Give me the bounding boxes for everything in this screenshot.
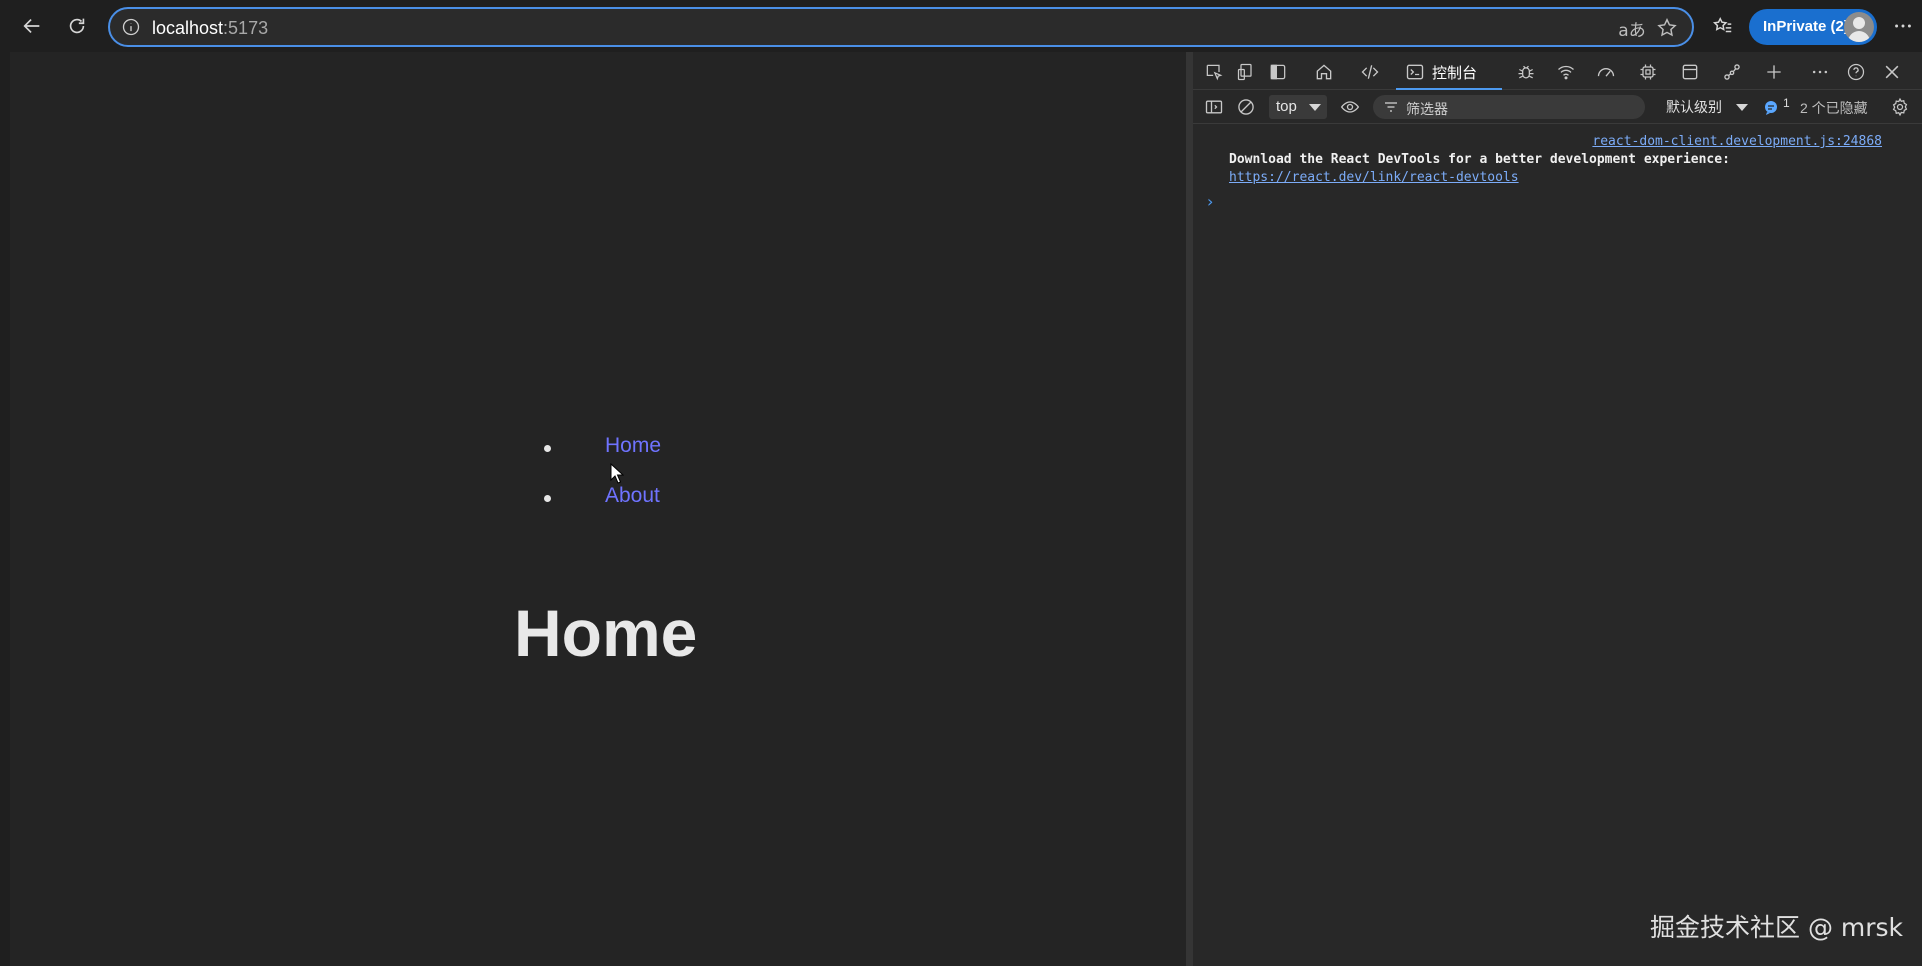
url-host: localhost — [152, 18, 224, 38]
tab-console-label: 控制台 — [1432, 65, 1478, 82]
settings-menu-button[interactable] — [1884, 7, 1922, 45]
arrow-left-icon — [23, 18, 40, 34]
home-icon — [1316, 64, 1332, 80]
log-message: Download the React DevTools for a better… — [1229, 152, 1730, 167]
close-devtools-button[interactable] — [1879, 59, 1905, 85]
inprivate-label: InPrivate (2) — [1763, 18, 1849, 35]
context-select[interactable]: top — [1269, 95, 1327, 119]
refresh-icon — [69, 18, 85, 34]
help-icon — [1847, 63, 1865, 81]
devtools-splitter[interactable] — [1186, 52, 1193, 966]
chevron-down-icon — [1309, 104, 1321, 111]
filter-placeholder: 筛选器 — [1406, 101, 1448, 117]
console-settings-button[interactable] — [1887, 94, 1913, 120]
plus-icon — [1767, 65, 1781, 79]
translate-button[interactable]: aあ — [1618, 14, 1646, 42]
react-devtools-link[interactable]: https://react.dev/link/react-devtools — [1229, 170, 1519, 185]
favorites-list-icon — [1712, 16, 1732, 33]
inspect-element-button[interactable] — [1201, 59, 1227, 85]
code-icon — [1361, 65, 1379, 79]
devtools-menu-button[interactable] — [1807, 59, 1833, 85]
avatar — [1844, 12, 1874, 42]
address-bar[interactable]: localhost:5173 aあ — [108, 7, 1694, 47]
gear-icon — [1892, 97, 1908, 117]
sidebar-toggle-button[interactable] — [1201, 94, 1227, 120]
favorite-button[interactable] — [1653, 14, 1681, 42]
log-source-link[interactable]: react-dom-client.development.js:24868 — [1592, 134, 1882, 149]
tab-application[interactable] — [1677, 59, 1703, 85]
console-filter-input[interactable]: 筛选器 — [1373, 95, 1645, 119]
bug-icon — [1518, 65, 1534, 79]
tab-memory[interactable] — [1635, 59, 1661, 85]
filter-icon — [1383, 99, 1399, 115]
nav-link-home[interactable]: Home — [605, 434, 661, 458]
tab-welcome[interactable] — [1311, 59, 1337, 85]
inspect-icon — [1206, 64, 1223, 81]
list-bullet — [544, 445, 551, 452]
console-toolbar: top 筛选器 默认级别 1 2 个已隐藏 — [1193, 90, 1922, 124]
favorites-button[interactable] — [1704, 7, 1742, 45]
sidebar-icon — [1270, 64, 1286, 80]
nav-list: Home About — [534, 426, 734, 526]
clear-console-button[interactable] — [1233, 94, 1259, 120]
dock-side-button[interactable] — [1265, 59, 1291, 85]
graph-icon — [1724, 64, 1740, 80]
browser-toolbar: localhost:5173 aあ InPrivate (2) — [0, 0, 1922, 52]
more-horizontal-icon — [1895, 24, 1911, 28]
live-expression-button[interactable] — [1337, 94, 1363, 120]
url-port: :5173 — [223, 18, 269, 38]
more-tools-button[interactable] — [1761, 59, 1787, 85]
message-icon — [1765, 101, 1777, 115]
inprivate-button[interactable]: InPrivate (2) — [1749, 9, 1877, 45]
page-viewport: Home About Home — [10, 52, 1186, 966]
tab-network-console[interactable] — [1719, 59, 1745, 85]
device-emulation-button[interactable] — [1233, 59, 1259, 85]
issues-count: 1 — [1783, 96, 1790, 110]
more-horizontal-icon — [1812, 70, 1828, 74]
translate-icon: aあ — [1618, 20, 1646, 41]
hidden-messages-count: 2 个已隐藏 — [1800, 100, 1868, 116]
page-title: Home — [514, 596, 698, 670]
window-icon — [1682, 64, 1698, 80]
tab-elements[interactable] — [1357, 59, 1383, 85]
block-icon — [1238, 99, 1254, 115]
gauge-icon — [1597, 68, 1615, 77]
tab-sources[interactable] — [1513, 59, 1539, 85]
eye-icon — [1340, 101, 1360, 113]
url-text[interactable]: localhost:5173 — [152, 17, 268, 39]
devtools-panel: 控制台 top 筛选器 默认级别 1 2 个已隐藏 react-dom-clie… — [1193, 52, 1922, 966]
issues-button[interactable]: 1 — [1763, 96, 1793, 116]
back-button[interactable] — [13, 7, 51, 45]
console-prompt[interactable]: › — [1207, 192, 1213, 211]
star-icon — [1657, 18, 1677, 37]
nav-item-home: Home — [534, 426, 734, 476]
refresh-button[interactable] — [58, 7, 96, 45]
console-output: react-dom-client.development.js:24868 Do… — [1193, 124, 1922, 966]
context-select-value: top — [1276, 98, 1297, 115]
device-icon — [1237, 63, 1252, 81]
list-bullet — [544, 495, 551, 502]
log-level-select[interactable]: 默认级别 — [1666, 97, 1722, 117]
console-icon — [1402, 59, 1428, 85]
chip-icon — [1640, 64, 1656, 80]
mouse-cursor-icon — [610, 463, 624, 484]
sidebar-panel-icon — [1205, 100, 1223, 114]
devtools-tab-bar: 控制台 — [1193, 52, 1922, 90]
nav-link-about[interactable]: About — [605, 484, 660, 508]
watermark: 掘金技术社区 @ mrsk — [1650, 913, 1904, 942]
tab-network[interactable] — [1553, 59, 1579, 85]
tab-performance[interactable] — [1593, 59, 1619, 85]
help-button[interactable] — [1843, 59, 1869, 85]
info-icon[interactable] — [120, 16, 142, 38]
tab-console[interactable]: 控制台 — [1396, 52, 1502, 90]
chevron-down-icon — [1736, 104, 1748, 111]
close-icon — [1885, 65, 1899, 79]
wifi-icon — [1558, 65, 1574, 80]
nav-item-about: About — [534, 476, 734, 526]
